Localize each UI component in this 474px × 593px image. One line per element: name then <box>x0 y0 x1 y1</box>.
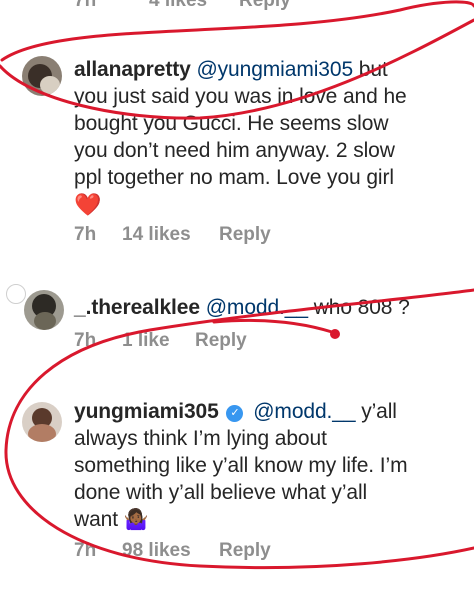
comment-line: you don’t need him anyway. 2 slow <box>74 139 395 162</box>
comment-line: who 808 ? <box>307 296 410 319</box>
avatar[interactable] <box>22 56 62 96</box>
comment-line: but <box>353 58 388 81</box>
comment-text: allanapretty @yungmiami305 but you just … <box>74 56 464 219</box>
username-link[interactable]: _.therealklee <box>74 296 200 319</box>
story-ring-icon <box>6 284 26 304</box>
shrug-emoji: 🤷🏾‍♀️ <box>123 509 149 531</box>
likes-label[interactable]: 98 likes <box>122 540 219 562</box>
comment-line: always think I’m lying about <box>74 427 327 450</box>
comment-line: done with y’all believe what y’all <box>74 481 368 504</box>
likes-label[interactable]: 4 likes <box>149 0 239 12</box>
mention-link[interactable]: @modd.__ <box>253 400 355 423</box>
heart-emoji: ❤️ <box>74 192 102 217</box>
reply-button[interactable]: Reply <box>219 540 271 562</box>
top-meta-row: 7h 4 likes Reply <box>74 0 291 12</box>
comment-meta: 7h 98 likes Reply <box>74 540 271 562</box>
username-link[interactable]: yungmiami305 <box>74 400 219 423</box>
reply-button[interactable]: Reply <box>195 330 247 352</box>
annotation-arrow-head <box>330 329 340 339</box>
username-link[interactable]: allanapretty <box>74 58 191 81</box>
comment-meta: 7h 14 likes Reply <box>74 224 271 246</box>
comment-line: something like y’all know my life. I’m <box>74 454 408 477</box>
reply-button[interactable]: Reply <box>239 0 291 12</box>
time-label: 7h <box>74 0 97 11</box>
comment-line: you just said you was in love and he <box>74 85 407 108</box>
avatar[interactable] <box>22 402 62 442</box>
reply-button[interactable]: Reply <box>219 224 271 246</box>
time-label: 7h <box>74 540 97 561</box>
mention-link[interactable]: @yungmiami305 <box>196 58 353 81</box>
likes-label[interactable]: 1 like <box>122 330 195 352</box>
comment-line: bought you Gucci. He seems slow <box>74 112 389 135</box>
comment-line: want <box>74 508 118 531</box>
mention-link[interactable]: @modd.__ <box>206 296 308 319</box>
avatar[interactable] <box>24 290 64 330</box>
comment-text: _.therealklee @modd.__ who 808 ? <box>74 294 464 321</box>
time-label: 7h <box>74 224 97 245</box>
comment-meta: 7h 1 like Reply <box>74 330 247 352</box>
comment-text: yungmiami305 ✓ @modd.__ y’all always thi… <box>74 398 469 534</box>
verified-badge-icon: ✓ <box>226 405 244 422</box>
time-label: 7h <box>74 330 97 351</box>
likes-label[interactable]: 14 likes <box>122 224 219 246</box>
comment-line: ppl together no mam. Love you girl <box>74 166 394 189</box>
comment-line: y’all <box>355 400 397 423</box>
